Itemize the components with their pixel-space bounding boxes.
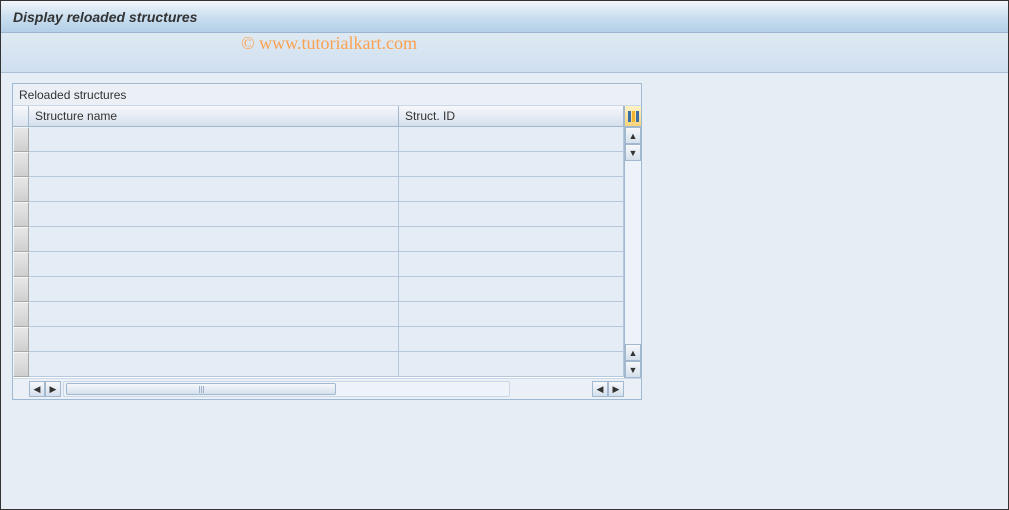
horizontal-scrollbar: ◀ ▶ ◀ ▶ <box>13 378 641 399</box>
table-columns: Structure name Struct. ID <box>29 106 624 378</box>
row-header-corner <box>13 106 29 127</box>
scroll-left-button[interactable]: ◀ <box>592 381 608 397</box>
scroll-right-button[interactable]: ▶ <box>45 381 61 397</box>
table-settings-icon <box>627 110 640 123</box>
table-row[interactable] <box>29 327 624 352</box>
cell-structure-name[interactable] <box>29 327 399 352</box>
cell-struct-id[interactable] <box>399 177 624 202</box>
cell-struct-id[interactable] <box>399 227 624 252</box>
row-selector[interactable] <box>13 352 29 377</box>
triangle-up-icon: ▲ <box>629 348 638 358</box>
cell-struct-id[interactable] <box>399 352 624 377</box>
content-area: Reloaded structures Structure name Struc… <box>1 73 1008 410</box>
cell-structure-name[interactable] <box>29 152 399 177</box>
cell-structure-name[interactable] <box>29 227 399 252</box>
triangle-down-icon: ▼ <box>629 148 638 158</box>
table-body <box>29 127 624 378</box>
table-row[interactable] <box>29 177 624 202</box>
table: Structure name Struct. ID <box>13 106 641 378</box>
scroll-up-button[interactable]: ▲ <box>625 127 641 144</box>
scroll-corner <box>13 379 29 399</box>
table-row[interactable] <box>29 302 624 327</box>
page-title: Display reloaded structures <box>13 9 197 25</box>
row-selector[interactable] <box>13 302 29 327</box>
cell-structure-name[interactable] <box>29 277 399 302</box>
triangle-down-icon: ▼ <box>629 365 638 375</box>
horizontal-scroll-thumb[interactable] <box>66 383 336 395</box>
row-selector[interactable] <box>13 327 29 352</box>
column-header-struct-id[interactable]: Struct. ID <box>399 106 624 127</box>
cell-struct-id[interactable] <box>399 302 624 327</box>
horizontal-scroll-track[interactable] <box>63 381 510 397</box>
cell-structure-name[interactable] <box>29 352 399 377</box>
scroll-down-button[interactable]: ▼ <box>625 144 641 161</box>
column-header-structure-name[interactable]: Structure name <box>29 106 399 127</box>
cell-structure-name[interactable] <box>29 202 399 227</box>
table-row[interactable] <box>29 152 624 177</box>
row-selector[interactable] <box>13 152 29 177</box>
table-row[interactable] <box>29 202 624 227</box>
table-settings-button[interactable] <box>625 106 641 127</box>
vertical-scroll-track[interactable] <box>625 161 641 344</box>
table-row[interactable] <box>29 127 624 152</box>
row-selector[interactable] <box>13 177 29 202</box>
row-selector[interactable] <box>13 277 29 302</box>
triangle-up-icon: ▲ <box>629 131 638 141</box>
triangle-left-icon: ◀ <box>34 384 41 395</box>
title-bar: Display reloaded structures <box>1 1 1008 33</box>
cell-struct-id[interactable] <box>399 252 624 277</box>
column-headers: Structure name Struct. ID <box>29 106 624 127</box>
triangle-right-icon: ▶ <box>613 384 620 395</box>
vertical-scrollbar: ▲ ▼ ▲ ▼ <box>624 106 641 378</box>
row-selector[interactable] <box>13 127 29 152</box>
row-selector[interactable] <box>13 227 29 252</box>
scroll-down-button[interactable]: ▼ <box>625 361 641 378</box>
cell-structure-name[interactable] <box>29 127 399 152</box>
table-row[interactable] <box>29 277 624 302</box>
cell-struct-id[interactable] <box>399 152 624 177</box>
application-toolbar <box>1 33 1008 73</box>
row-header-column <box>13 106 29 378</box>
cell-structure-name[interactable] <box>29 177 399 202</box>
cell-structure-name[interactable] <box>29 302 399 327</box>
scroll-left-button[interactable]: ◀ <box>29 381 45 397</box>
row-selector[interactable] <box>13 252 29 277</box>
triangle-right-icon: ▶ <box>50 384 57 395</box>
table-row[interactable] <box>29 352 624 377</box>
cell-structure-name[interactable] <box>29 252 399 277</box>
cell-struct-id[interactable] <box>399 327 624 352</box>
row-selector[interactable] <box>13 202 29 227</box>
scroll-up-button[interactable]: ▲ <box>625 344 641 361</box>
scroll-right-button[interactable]: ▶ <box>608 381 624 397</box>
table-row[interactable] <box>29 252 624 277</box>
cell-struct-id[interactable] <box>399 277 624 302</box>
triangle-left-icon: ◀ <box>597 384 604 395</box>
cell-struct-id[interactable] <box>399 202 624 227</box>
table-row[interactable] <box>29 227 624 252</box>
reloaded-structures-panel: Reloaded structures Structure name Struc… <box>12 83 642 400</box>
cell-struct-id[interactable] <box>399 127 624 152</box>
panel-title: Reloaded structures <box>13 84 641 106</box>
